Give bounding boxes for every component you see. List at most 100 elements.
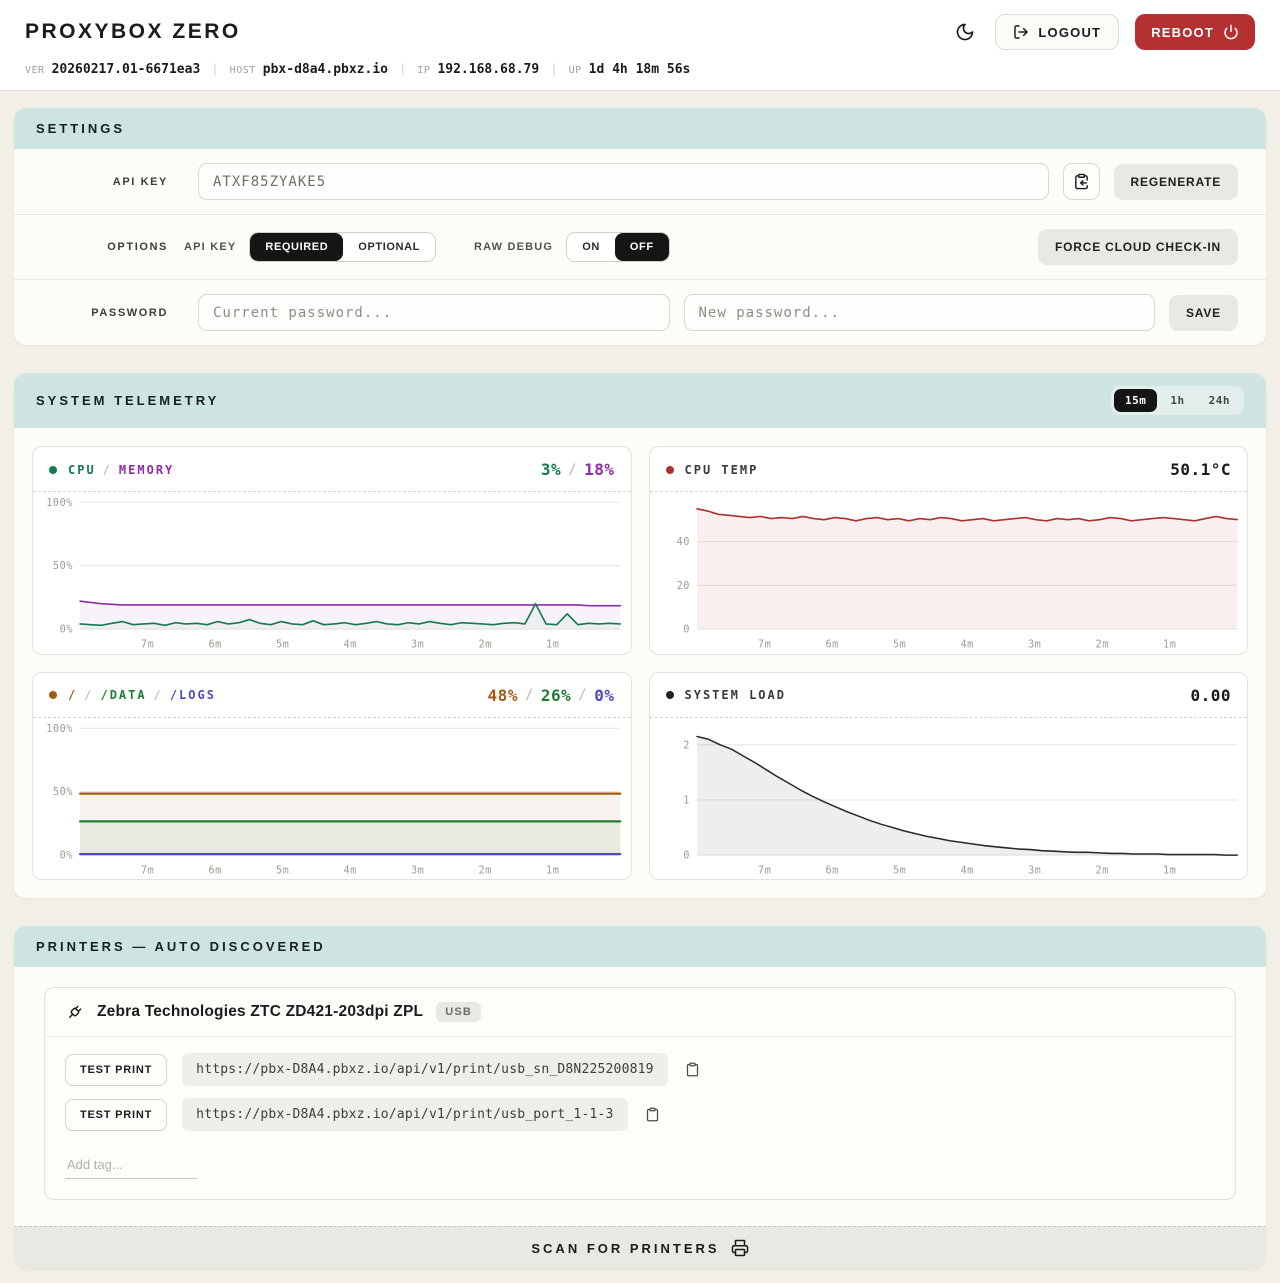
svg-text:2m: 2m <box>1095 640 1108 651</box>
separator: / <box>154 688 163 702</box>
svg-text:2m: 2m <box>1095 865 1108 876</box>
force-cloud-checkin-button[interactable]: FORCE CLOUD CHECK-IN <box>1038 229 1238 265</box>
printers-header: PRINTERS — AUTO DISCOVERED <box>14 926 1266 967</box>
copy-url-button[interactable] <box>683 1060 702 1079</box>
separator: / <box>84 688 93 702</box>
chart-label-part: 50.1°C <box>1170 460 1231 479</box>
system-meta: VER 20260217.01-6671ea3 | HOST pbx-d8a4.… <box>25 61 1255 77</box>
svg-text:50%: 50% <box>53 561 73 572</box>
chart-label-part: 0% <box>594 686 614 705</box>
divider: | <box>213 61 216 76</box>
new-password-field[interactable] <box>684 294 1156 331</box>
add-tag-input[interactable] <box>65 1151 197 1179</box>
svg-text:0: 0 <box>683 850 690 861</box>
chart-current-value: 3%/18% <box>541 460 615 479</box>
api-key-optional-option[interactable]: OPTIONAL <box>343 233 435 261</box>
endpoint-row: TEST PRINT https://pbx-D8A4.pbxz.io/api/… <box>65 1053 1215 1086</box>
cpu-temp-plot: 402007m6m5m4m3m2m1m <box>650 492 1248 654</box>
dark-mode-toggle[interactable] <box>951 18 979 46</box>
meta-value-ver: 20260217.01-6671ea3 <box>52 62 201 77</box>
chart-cpu-memory: CPU/MEMORY 3%/18% 100%50%0%7m6m5m4m3m2m1… <box>32 446 632 655</box>
current-password-field[interactable] <box>198 294 670 331</box>
chart-head: CPU TEMP 50.1°C <box>650 447 1248 492</box>
svg-text:7m: 7m <box>141 865 154 876</box>
svg-text:6m: 6m <box>208 865 221 876</box>
meta-label-ip: IP <box>417 65 430 76</box>
chart-title: CPU/MEMORY <box>68 463 174 477</box>
raw-debug-off-option[interactable]: OFF <box>615 233 669 261</box>
svg-text:3m: 3m <box>411 865 424 876</box>
svg-text:7m: 7m <box>757 865 770 876</box>
chart-current-value: 0.00 <box>1190 686 1231 705</box>
series-dot <box>49 466 57 474</box>
svg-text:1m: 1m <box>1163 865 1176 876</box>
copy-url-button[interactable] <box>643 1105 662 1124</box>
range-tab-15m[interactable]: 15m <box>1114 389 1157 412</box>
meta-label-ver: VER <box>25 65 45 76</box>
page-title: PROXYBOX ZERO <box>25 20 241 44</box>
svg-text:2m: 2m <box>479 640 492 651</box>
meta-value-ip: 192.168.68.79 <box>437 62 539 77</box>
api-key-required-option[interactable]: REQUIRED <box>250 233 343 261</box>
chart-cpu-temp: CPU TEMP 50.1°C 402007m6m5m4m3m2m1m <box>649 446 1249 655</box>
save-password-button[interactable]: SAVE <box>1169 295 1238 331</box>
divider: | <box>552 61 555 76</box>
telemetry-header: SYSTEM TELEMETRY 15m 1h 24h <box>14 373 1266 428</box>
regenerate-button[interactable]: REGENERATE <box>1114 164 1238 200</box>
endpoint-row: TEST PRINT https://pbx-D8A4.pbxz.io/api/… <box>65 1098 1215 1131</box>
time-range-tabs: 15m 1h 24h <box>1111 386 1244 415</box>
separator: / <box>568 462 577 478</box>
separator: / <box>578 687 587 703</box>
svg-text:7m: 7m <box>141 640 154 651</box>
separator: / <box>103 463 112 477</box>
series-dot <box>666 466 674 474</box>
range-tab-24h[interactable]: 24h <box>1198 389 1241 412</box>
chart-label-part: / <box>68 688 77 702</box>
api-key-label: API KEY <box>14 176 184 188</box>
svg-text:4m: 4m <box>344 640 357 651</box>
chart-title: ///DATA//LOGS <box>68 688 216 702</box>
chart-label-part: 48% <box>488 686 518 705</box>
printer-card: Zebra Technologies ZTC ZD421-203dpi ZPL … <box>44 987 1236 1200</box>
svg-text:6m: 6m <box>825 640 838 651</box>
chart-current-value: 50.1°C <box>1170 460 1231 479</box>
chart-head: CPU/MEMORY 3%/18% <box>33 447 631 492</box>
api-key-input[interactable] <box>198 163 1049 200</box>
chart-label-part: CPU TEMP <box>685 463 759 477</box>
svg-text:3m: 3m <box>1028 865 1041 876</box>
test-print-button[interactable]: TEST PRINT <box>65 1054 167 1086</box>
disks-plot: 100%50%0%7m6m5m4m3m2m1m <box>33 718 631 880</box>
printer-name: Zebra Technologies ZTC ZD421-203dpi ZPL <box>97 1003 423 1021</box>
raw-debug-on-option[interactable]: ON <box>567 233 615 261</box>
svg-text:5m: 5m <box>276 640 289 651</box>
app-header: PROXYBOX ZERO LOGOUT REBOOT VER 20260217… <box>0 0 1280 91</box>
reboot-button[interactable]: REBOOT <box>1135 14 1255 50</box>
test-print-button[interactable]: TEST PRINT <box>65 1099 167 1131</box>
chart-head: ///DATA//LOGS 48%/26%/0% <box>33 673 631 718</box>
power-icon <box>1223 24 1239 40</box>
logout-button[interactable]: LOGOUT <box>995 14 1119 50</box>
svg-text:3m: 3m <box>1028 640 1041 651</box>
svg-text:4m: 4m <box>960 640 973 651</box>
clipboard-copy-icon <box>645 1107 660 1122</box>
range-tab-1h[interactable]: 1h <box>1159 389 1195 412</box>
svg-text:2: 2 <box>683 740 690 751</box>
svg-text:50%: 50% <box>53 787 73 798</box>
scan-for-printers-button[interactable]: SCAN FOR PRINTERS <box>14 1226 1266 1269</box>
raw-debug-toggle: ON OFF <box>566 232 670 262</box>
printer-icon <box>731 1239 749 1257</box>
chart-head: SYSTEM LOAD 0.00 <box>650 673 1248 718</box>
svg-text:7m: 7m <box>757 640 770 651</box>
settings-title: SETTINGS <box>36 121 125 136</box>
moon-icon <box>955 22 975 42</box>
svg-text:1m: 1m <box>546 640 559 651</box>
api-key-mode-toggle: REQUIRED OPTIONAL <box>249 232 436 262</box>
series-dot <box>49 691 57 699</box>
api-key-mode-label: API KEY <box>184 241 236 253</box>
chart-label-part: 18% <box>584 460 614 479</box>
chart-label-part: 26% <box>541 686 571 705</box>
telemetry-section: SYSTEM TELEMETRY 15m 1h 24h CPU/MEMORY 3… <box>14 373 1266 898</box>
settings-section: SETTINGS API KEY REGENERATE OPTIONS API … <box>14 108 1266 345</box>
meta-label-up: UP <box>569 65 582 76</box>
copy-api-key-button[interactable] <box>1063 163 1100 200</box>
